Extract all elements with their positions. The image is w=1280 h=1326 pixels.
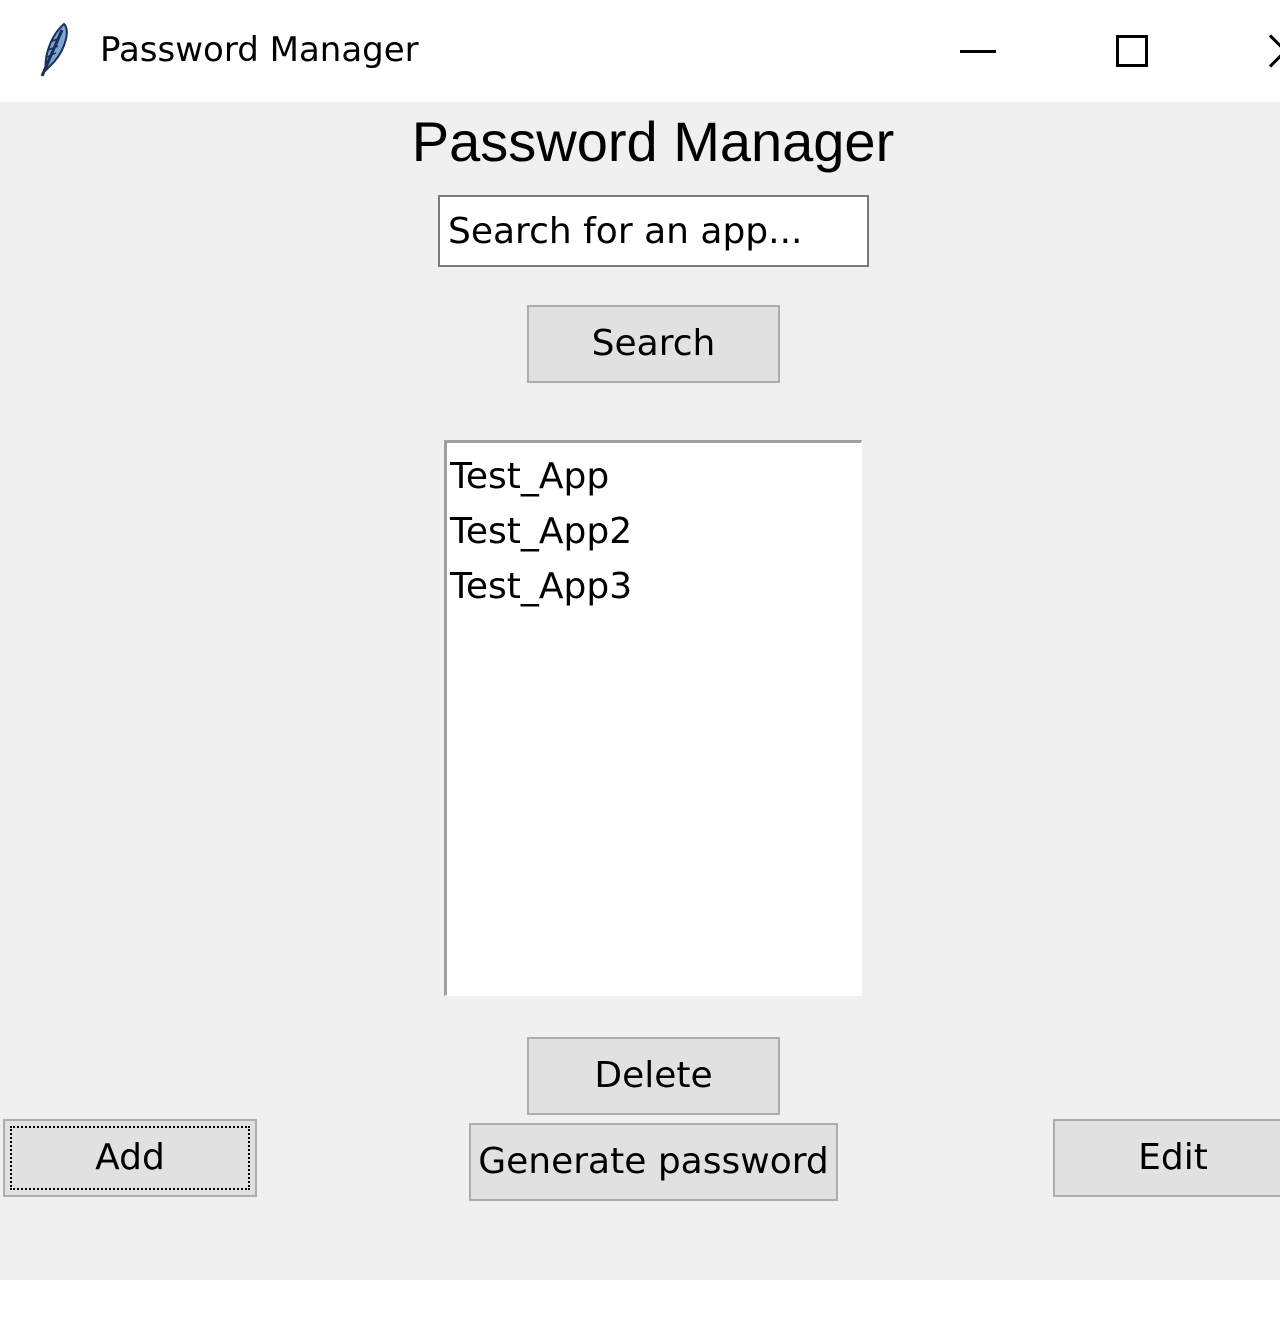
list-item[interactable]: Test_App <box>450 449 861 504</box>
edit-button[interactable]: Edit <box>1053 1119 1280 1197</box>
search-input[interactable] <box>438 195 869 267</box>
add-button-label: Add <box>95 1137 165 1178</box>
feather-icon <box>40 22 68 77</box>
title-bar[interactable]: Password Manager <box>0 0 1280 102</box>
main-panel: Password Manager Search Test_App Test_Ap… <box>0 102 1280 1280</box>
list-item[interactable]: Test_App3 <box>450 559 861 614</box>
app-window: Password Manager Password Manager Search… <box>0 0 1280 1326</box>
page-title: Password Manager <box>411 110 895 173</box>
search-button[interactable]: Search <box>527 305 780 383</box>
delete-button[interactable]: Delete <box>527 1037 780 1115</box>
close-icon <box>1268 33 1280 69</box>
maximize-icon <box>1116 35 1148 67</box>
minimize-icon <box>960 49 996 53</box>
app-listbox[interactable]: Test_App Test_App2 Test_App3 <box>444 440 862 996</box>
generate-password-button[interactable]: Generate password <box>469 1123 838 1201</box>
add-button[interactable]: Add <box>3 1119 257 1197</box>
minimize-button[interactable] <box>928 0 1028 102</box>
list-item[interactable]: Test_App2 <box>450 504 861 559</box>
window-title: Password Manager <box>100 30 419 70</box>
close-button[interactable] <box>1228 0 1280 102</box>
maximize-button[interactable] <box>1082 0 1182 102</box>
